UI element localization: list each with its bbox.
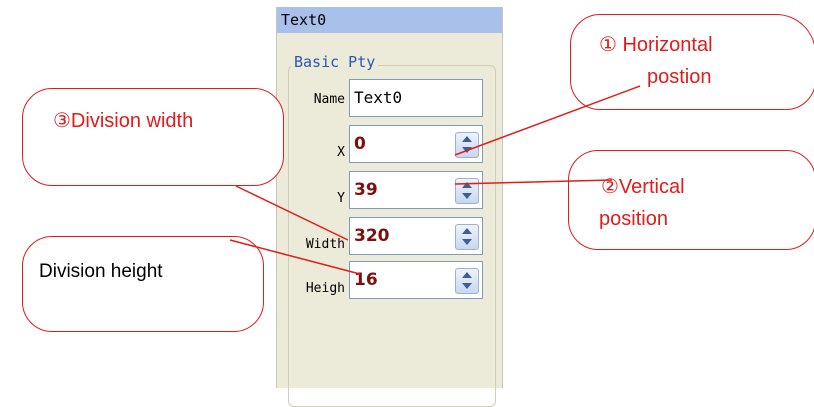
callout-vertical-position: ②Vertical position bbox=[568, 150, 814, 250]
y-spinner[interactable] bbox=[455, 178, 479, 204]
width-field[interactable]: 320 bbox=[349, 217, 483, 255]
callout-division-height: Division height bbox=[22, 236, 264, 332]
callout-vertical-line2: position bbox=[599, 208, 668, 230]
name-label: Name bbox=[313, 92, 345, 107]
callout-horizontal-position: ① Horizontal postion bbox=[570, 14, 814, 110]
y-field[interactable]: 39 bbox=[349, 171, 483, 209]
callout-horizontal-line1: ① Horizontal bbox=[599, 34, 713, 56]
callout-horizontal-line2: postion bbox=[647, 66, 712, 88]
width-value: 320 bbox=[354, 226, 390, 246]
spin-up-icon[interactable] bbox=[462, 182, 472, 188]
x-value: 0 bbox=[354, 134, 366, 154]
callout-division-height-text: Division height bbox=[39, 261, 163, 282]
y-label: Y bbox=[337, 191, 345, 206]
callout-division-width: ③Division width bbox=[22, 88, 284, 186]
height-spinner[interactable] bbox=[455, 268, 479, 294]
x-field[interactable]: 0 bbox=[349, 125, 483, 163]
x-spinner[interactable] bbox=[455, 132, 479, 158]
spin-up-icon[interactable] bbox=[462, 228, 472, 234]
height-value: 16 bbox=[354, 270, 378, 290]
spin-down-icon[interactable] bbox=[462, 239, 472, 245]
y-value: 39 bbox=[354, 180, 378, 200]
height-field[interactable]: 16 bbox=[349, 261, 483, 299]
spin-down-icon[interactable] bbox=[462, 283, 472, 289]
width-label: Width bbox=[305, 237, 345, 252]
width-spinner[interactable] bbox=[455, 224, 479, 250]
height-label: Heigh bbox=[305, 281, 345, 296]
spin-up-icon[interactable] bbox=[462, 272, 472, 278]
x-label: X bbox=[337, 145, 345, 160]
properties-panel: Text0 Basic Pty Name Text0 X 0 Y 39 Widt… bbox=[276, 7, 503, 407]
callout-division-width-text: ③Division width bbox=[53, 110, 194, 132]
name-field[interactable]: Text0 bbox=[349, 79, 483, 117]
panel-title: Text0 bbox=[277, 7, 502, 33]
spin-down-icon[interactable] bbox=[462, 147, 472, 153]
spin-down-icon[interactable] bbox=[462, 193, 472, 199]
group-title: Basic Pty bbox=[291, 51, 379, 73]
callout-vertical-line1: ②Vertical bbox=[601, 176, 685, 198]
spin-up-icon[interactable] bbox=[462, 136, 472, 142]
